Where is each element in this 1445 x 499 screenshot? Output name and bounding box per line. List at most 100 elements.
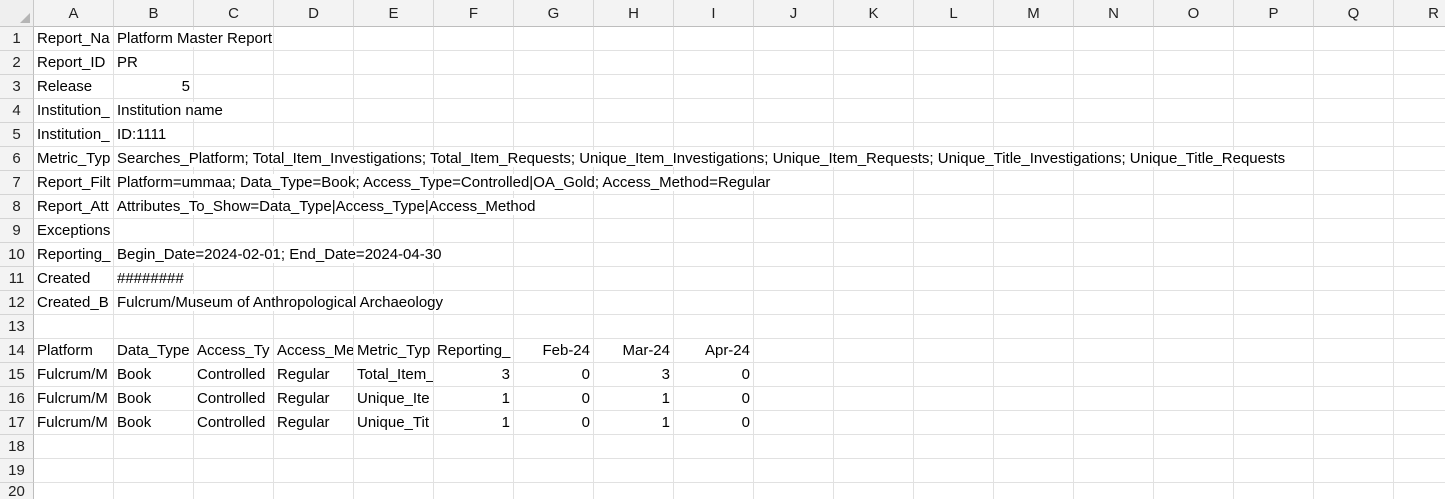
cell-l17[interactable]: [914, 411, 994, 435]
cell-d3[interactable]: [274, 75, 354, 99]
cell-c14[interactable]: Access_Ty: [194, 339, 274, 363]
cell-r9[interactable]: [1394, 219, 1445, 243]
column-header-q[interactable]: Q: [1314, 0, 1394, 27]
cell-m16[interactable]: [994, 387, 1074, 411]
cell-n17[interactable]: [1074, 411, 1154, 435]
cell-a10[interactable]: Reporting_: [34, 243, 114, 267]
cell-r8[interactable]: [1394, 195, 1445, 219]
cell-r5[interactable]: [1394, 123, 1445, 147]
cell-g5[interactable]: [514, 123, 594, 147]
cell-g9[interactable]: [514, 219, 594, 243]
cell-b6[interactable]: Searches_Platform; Total_Item_Investigat…: [114, 147, 1286, 171]
cell-p11[interactable]: [1234, 267, 1314, 291]
cell-l7[interactable]: [914, 171, 994, 195]
cell-g15[interactable]: 0: [514, 363, 594, 387]
row-header-17[interactable]: 17: [0, 411, 34, 435]
cell-k13[interactable]: [834, 315, 914, 339]
cell-g1[interactable]: [514, 27, 594, 51]
cell-d1[interactable]: [274, 27, 354, 51]
cell-r12[interactable]: [1394, 291, 1445, 315]
row-header-9[interactable]: 9: [0, 219, 34, 243]
cell-d14[interactable]: Access_Me: [274, 339, 354, 363]
cell-l12[interactable]: [914, 291, 994, 315]
cell-m8[interactable]: [994, 195, 1074, 219]
cell-g11[interactable]: [514, 267, 594, 291]
column-header-p[interactable]: P: [1234, 0, 1314, 27]
cell-n11[interactable]: [1074, 267, 1154, 291]
cell-p8[interactable]: [1234, 195, 1314, 219]
cell-f17[interactable]: 1: [434, 411, 514, 435]
cell-o4[interactable]: [1154, 99, 1234, 123]
cell-k14[interactable]: [834, 339, 914, 363]
cell-m2[interactable]: [994, 51, 1074, 75]
cell-q20[interactable]: [1314, 483, 1394, 499]
cell-h20[interactable]: [594, 483, 674, 499]
cell-a7[interactable]: Report_Filt: [34, 171, 114, 195]
cell-h2[interactable]: [594, 51, 674, 75]
cell-r18[interactable]: [1394, 435, 1445, 459]
cell-f14[interactable]: Reporting_: [434, 339, 514, 363]
cell-b13[interactable]: [114, 315, 194, 339]
cell-p19[interactable]: [1234, 459, 1314, 483]
cell-f5[interactable]: [434, 123, 514, 147]
cell-a2[interactable]: Report_ID: [34, 51, 114, 75]
column-header-k[interactable]: K: [834, 0, 914, 27]
cell-j11[interactable]: [754, 267, 834, 291]
cell-l8[interactable]: [914, 195, 994, 219]
cell-e14[interactable]: Metric_Typ: [354, 339, 434, 363]
cell-o19[interactable]: [1154, 459, 1234, 483]
cell-g16[interactable]: 0: [514, 387, 594, 411]
cell-q16[interactable]: [1314, 387, 1394, 411]
cell-j19[interactable]: [754, 459, 834, 483]
column-header-a[interactable]: A: [34, 0, 114, 27]
cell-i10[interactable]: [674, 243, 754, 267]
cell-k7[interactable]: [834, 171, 914, 195]
cell-d5[interactable]: [274, 123, 354, 147]
cell-f1[interactable]: [434, 27, 514, 51]
row-header-3[interactable]: 3: [0, 75, 34, 99]
cell-p15[interactable]: [1234, 363, 1314, 387]
cell-e4[interactable]: [354, 99, 434, 123]
cell-r1[interactable]: [1394, 27, 1445, 51]
cell-p20[interactable]: [1234, 483, 1314, 499]
cell-j17[interactable]: [754, 411, 834, 435]
cell-j9[interactable]: [754, 219, 834, 243]
cell-g12[interactable]: [514, 291, 594, 315]
cell-g10[interactable]: [514, 243, 594, 267]
cell-c13[interactable]: [194, 315, 274, 339]
cell-r6[interactable]: [1394, 147, 1445, 171]
cell-b4[interactable]: Institution name: [114, 99, 223, 123]
cell-n9[interactable]: [1074, 219, 1154, 243]
cell-r19[interactable]: [1394, 459, 1445, 483]
cell-f16[interactable]: 1: [434, 387, 514, 411]
cell-q10[interactable]: [1314, 243, 1394, 267]
column-header-j[interactable]: J: [754, 0, 834, 27]
cell-q15[interactable]: [1314, 363, 1394, 387]
cell-q8[interactable]: [1314, 195, 1394, 219]
select-all-corner[interactable]: [0, 0, 34, 27]
cell-d17[interactable]: Regular: [274, 411, 354, 435]
cell-e11[interactable]: [354, 267, 434, 291]
cell-d18[interactable]: [274, 435, 354, 459]
column-header-b[interactable]: B: [114, 0, 194, 27]
cell-i2[interactable]: [674, 51, 754, 75]
cell-b14[interactable]: Data_Type: [114, 339, 194, 363]
cell-m5[interactable]: [994, 123, 1074, 147]
row-header-2[interactable]: 2: [0, 51, 34, 75]
cell-p7[interactable]: [1234, 171, 1314, 195]
cell-o17[interactable]: [1154, 411, 1234, 435]
cell-p5[interactable]: [1234, 123, 1314, 147]
cell-p14[interactable]: [1234, 339, 1314, 363]
cell-b11[interactable]: ########: [114, 267, 194, 291]
column-header-g[interactable]: G: [514, 0, 594, 27]
cell-e15[interactable]: Total_Item_: [354, 363, 434, 387]
column-header-m[interactable]: M: [994, 0, 1074, 27]
cell-e20[interactable]: [354, 483, 434, 499]
cell-o11[interactable]: [1154, 267, 1234, 291]
cell-r7[interactable]: [1394, 171, 1445, 195]
cell-i4[interactable]: [674, 99, 754, 123]
cell-j16[interactable]: [754, 387, 834, 411]
cell-l4[interactable]: [914, 99, 994, 123]
cell-i15[interactable]: 0: [674, 363, 754, 387]
cell-l10[interactable]: [914, 243, 994, 267]
